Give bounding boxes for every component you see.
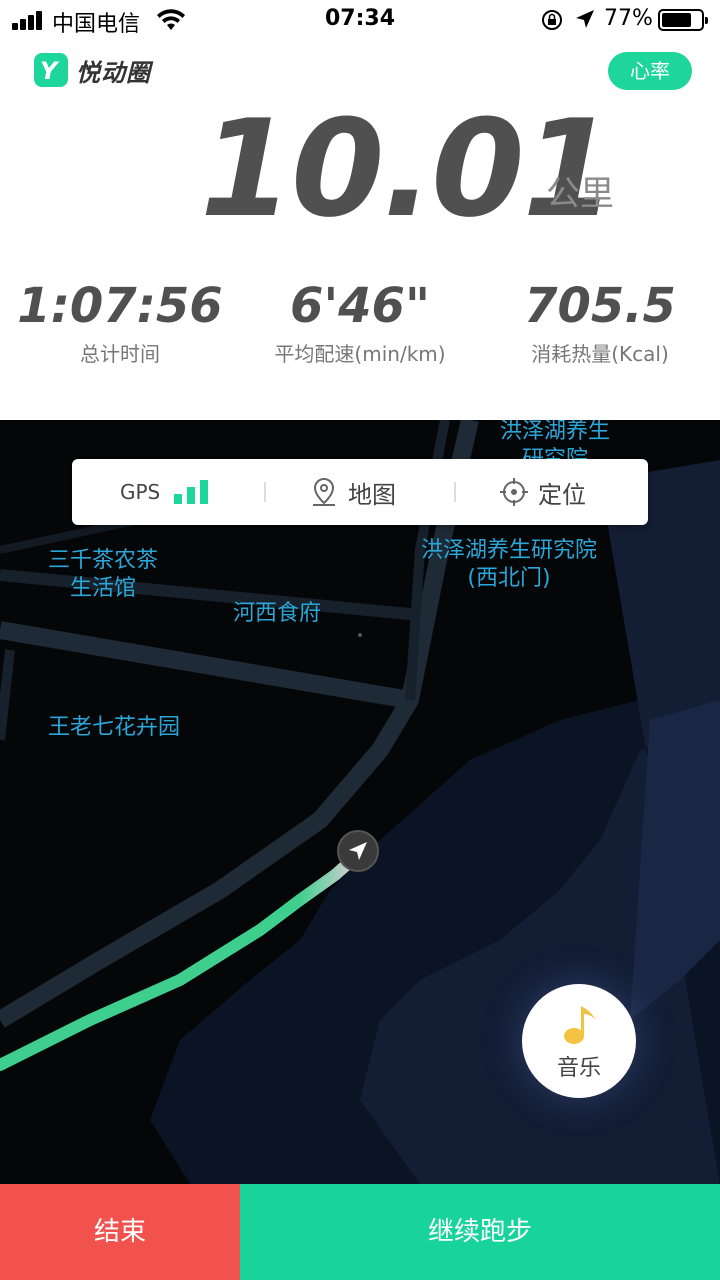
stat-total-time: 1:07:56 总计时间 [0,276,240,367]
battery-icon [658,9,708,31]
gps-label: GPS [120,480,161,504]
status-bar: 中国电信 07:34 77% [0,0,720,40]
gps-status: GPS [120,459,210,525]
crosshair-icon [500,478,528,506]
divider [264,482,266,502]
app-logo: Y 悦动圈 [34,52,151,88]
app-name: 悦动圈 [76,58,151,87]
stat-average-pace: 6'46" 平均配速(min/km) [240,276,480,367]
stat-value: 705.5 [524,278,676,334]
current-position-marker [337,830,379,872]
map-button[interactable]: 地图 [308,459,396,525]
locate-button[interactable]: 定位 [498,459,586,525]
stat-value: 6'46" [290,278,430,334]
stat-label: 总计时间 [80,342,160,366]
stat-value: 1:07:56 [17,278,223,334]
map-control-bar: GPS 地图 定位 [72,459,648,525]
stat-label: 平均配速(min/km) [274,342,446,366]
music-button[interactable]: 音乐 [522,984,636,1098]
end-run-button[interactable]: 结束 [0,1184,240,1280]
app-logo-icon: Y [34,53,68,87]
distance-display: 10.01 公里 [0,94,720,244]
music-note-icon [564,1006,596,1044]
map-poi-label: 洪泽湖养生研究院(西北门) [420,538,597,591]
gps-signal-icon [174,480,210,504]
map-button-label: 地图 [348,480,396,509]
stat-label: 消耗热量(Kcal) [531,342,669,366]
locate-button-label: 定位 [538,480,586,509]
music-button-label: 音乐 [556,1056,601,1081]
divider [454,482,456,502]
map-poi-label: 王老七花卉园 [47,715,180,740]
map-poi-label: 河西食府 [232,601,321,626]
continue-run-button[interactable]: 继续跑步 [240,1184,720,1280]
rotation-lock-icon [542,10,562,30]
navigation-arrow-icon [349,842,367,860]
location-services-icon [576,10,594,28]
stat-calories: 705.5 消耗热量(Kcal) [480,276,720,367]
map-poi-label: 三千茶农茶生活馆 [48,548,159,601]
distance-unit: 公里 [546,174,614,214]
map-pin-icon [313,477,335,506]
heart-rate-button[interactable]: 心率 [608,52,692,90]
battery-percentage: 77% [604,6,653,31]
map-view[interactable]: 洪泽湖养生研究院 三千茶农茶生活馆 洪泽湖养生研究院(西北门) 河西食府 王老七… [0,420,720,1184]
